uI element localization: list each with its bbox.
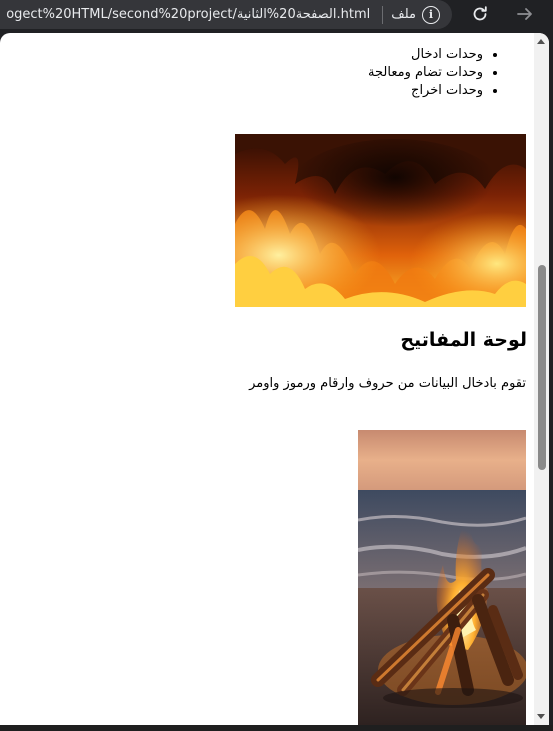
scrollbar-thumb[interactable] [538,265,546,470]
vertical-scrollbar[interactable] [534,33,549,725]
units-list: وحدات ادخال وحدات تضام ومعالجة وحدات اخر… [368,46,497,100]
fire-image [235,134,526,307]
reload-button[interactable] [468,2,492,26]
info-icon[interactable]: i [422,5,440,24]
reload-icon [473,6,487,21]
page-content: وحدات ادخال وحدات تضام ومعالجة وحدات اخر… [0,33,534,725]
list-item: وحدات ادخال [368,46,483,64]
campfire-image [358,430,526,725]
forward-arrow-icon [517,8,532,20]
address-bar[interactable]: i ملف ogect%20HTML/second%20project/الصف… [0,0,452,29]
address-separator [382,5,384,24]
browser-toolbar: i ملف ogect%20HTML/second%20project/الصف… [0,0,553,33]
list-item: وحدات اخراج [368,82,483,100]
window-bottom-edge [0,725,553,731]
address-url[interactable]: ogect%20HTML/second%20project/الصفحة20%ا… [6,7,370,22]
file-label: ملف [391,7,416,22]
list-item: وحدات تضام ومعالجة [368,64,483,82]
page-paragraph: تقوم بادخال البيانات من حروف وارقام ورمو… [249,376,526,391]
page-heading: لوحة المفاتيح [400,329,527,351]
page-viewport: وحدات ادخال وحدات تضام ومعالجة وحدات اخر… [0,33,549,725]
scroll-up-arrow-icon[interactable] [537,39,545,44]
forward-button[interactable] [513,2,537,26]
scroll-down-arrow-icon[interactable] [537,714,545,719]
